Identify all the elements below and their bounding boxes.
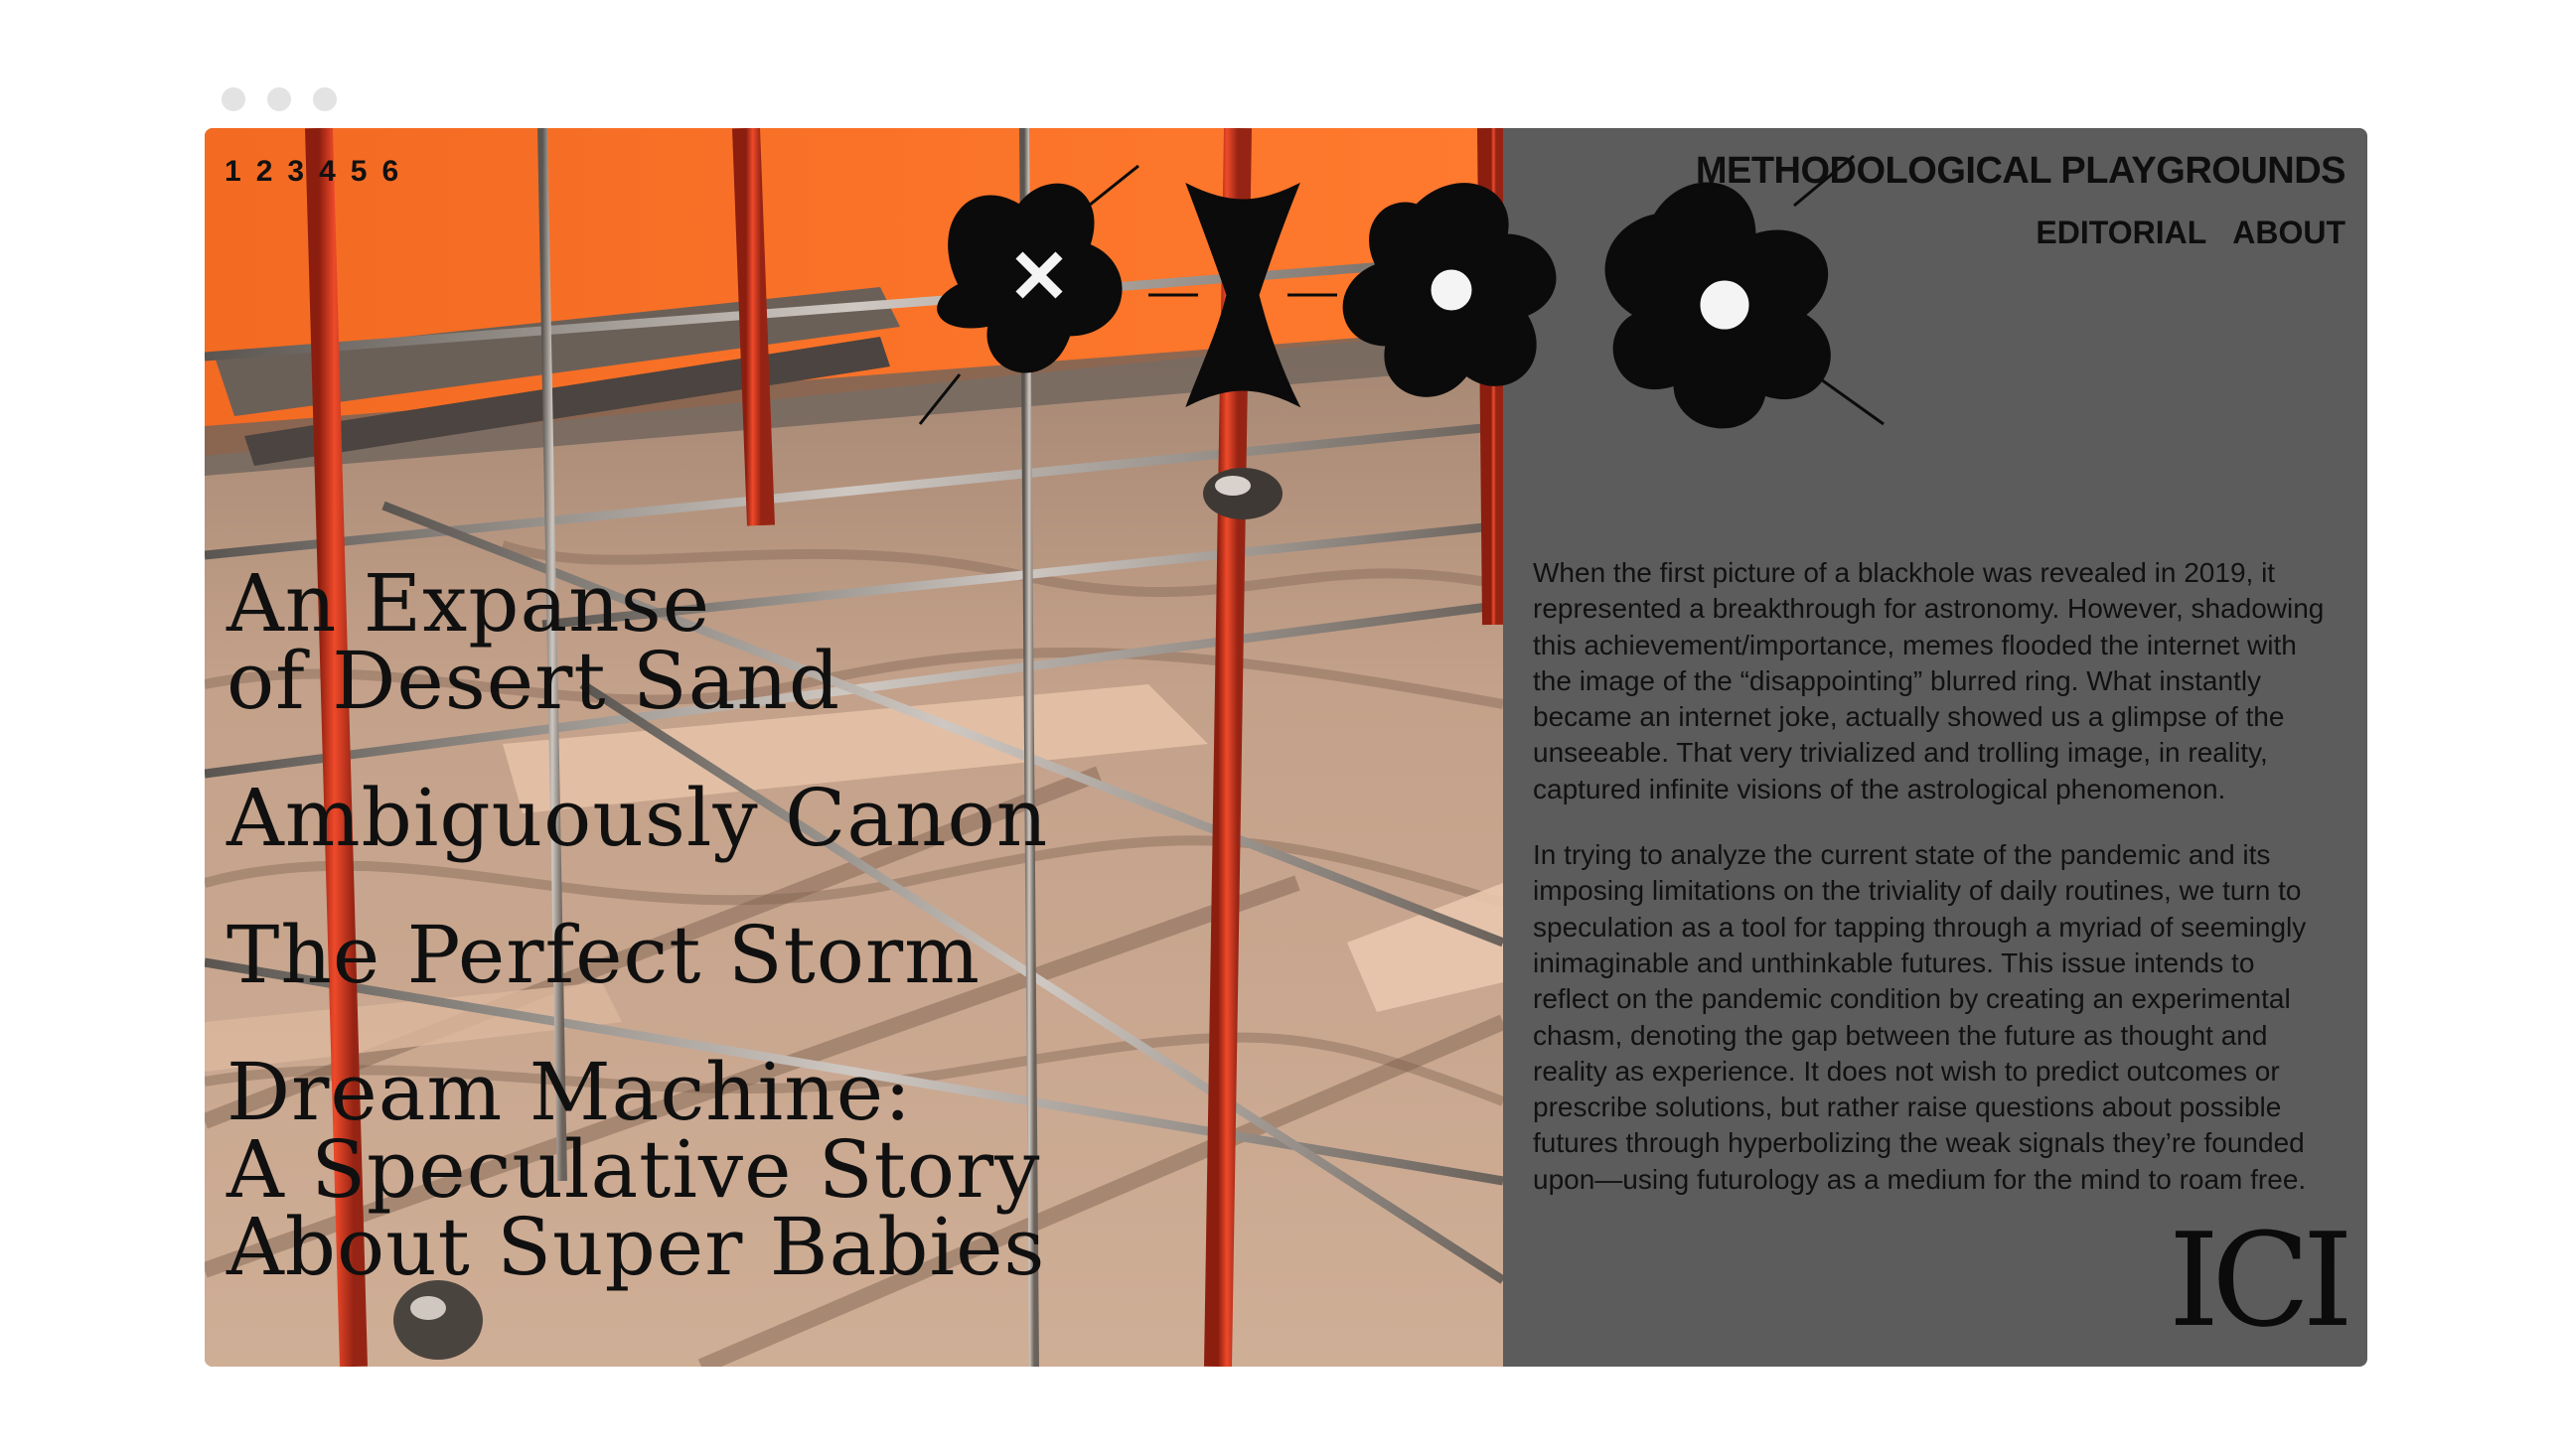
- article-list: An Expanse of Desert Sand Ambiguously Ca…: [227, 564, 1369, 1346]
- pager-item-4[interactable]: 4: [319, 155, 336, 189]
- about-link[interactable]: ABOUT: [2232, 215, 2345, 251]
- intro-text: When the first picture of a blackhole wa…: [1533, 555, 2338, 1228]
- editorial-link[interactable]: EDITORIAL: [2036, 215, 2206, 251]
- header-links: EDITORIAL ABOUT: [1696, 215, 2345, 251]
- intro-paragraph: In trying to analyze the current state o…: [1533, 839, 2307, 1195]
- pager-item-6[interactable]: 6: [381, 155, 398, 189]
- site-title[interactable]: METHODOLOGICAL PLAYGROUNDS: [1696, 150, 2346, 193]
- minimize-dot[interactable]: [267, 87, 291, 111]
- zoom-dot[interactable]: [313, 87, 337, 111]
- window-controls: [222, 87, 337, 111]
- pager-item-3[interactable]: 3: [287, 155, 304, 189]
- article-title[interactable]: Dream Machine: A Speculative Story About…: [227, 1053, 1369, 1287]
- article-title[interactable]: An Expanse of Desert Sand: [227, 564, 1369, 721]
- browser-window: 1 2 3 4 5 6 An Expanse of Desert Sand Am…: [205, 128, 2367, 1367]
- close-dot[interactable]: [222, 87, 245, 111]
- ici-badge[interactable]: ICI: [2169, 1216, 2353, 1345]
- pager-item-5[interactable]: 5: [351, 155, 368, 189]
- pager-item-2[interactable]: 2: [256, 155, 273, 189]
- intro-paragraph: When the first picture of a blackhole wa…: [1533, 557, 2325, 804]
- article-title[interactable]: Ambiguously Canon: [227, 779, 1369, 858]
- issue-pager: 1 2 3 4 5 6: [225, 155, 398, 189]
- site-header: METHODOLOGICAL PLAYGROUNDS EDITORIAL ABO…: [1696, 150, 2346, 251]
- pager-item-1[interactable]: 1: [225, 155, 241, 189]
- article-title[interactable]: The Perfect Storm: [227, 916, 1369, 995]
